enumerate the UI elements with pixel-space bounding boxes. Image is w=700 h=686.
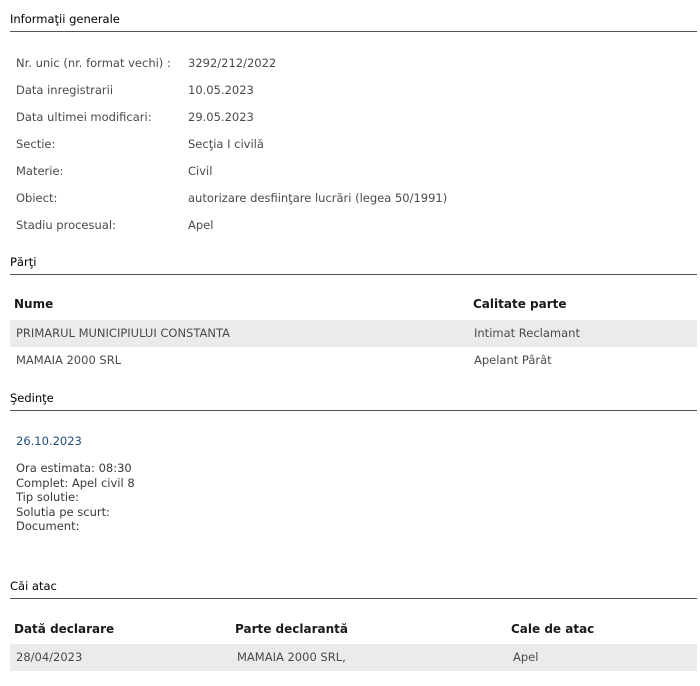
info-label: Obiect: [16,191,58,205]
section-header-parties: Părţi [10,255,697,275]
info-label: Stadiu procesual: [16,218,116,232]
party-name: MAMAIA 2000 SRL [16,353,122,367]
party-name: PRIMARUL MUNICIPIULUI CONSTANTA [16,326,230,340]
hearing-estimated-time: Ora estimata: 08:30 [16,461,132,475]
info-value: 29.05.2023 [188,110,254,124]
info-label: Materie: [16,164,64,178]
hearing-details: Ora estimata: 08:30 Complet: Apel civil … [16,461,135,534]
info-label: Sectie: [16,137,56,151]
hearing-document: Document: [16,519,80,533]
party-role: Intimat Reclamant [474,326,580,340]
appeal-party: MAMAIA 2000 SRL, [237,650,346,664]
table-row: 28/04/2023 MAMAIA 2000 SRL, Apel [10,644,697,671]
case-details-page: Informaţii generale Nr. unic (nr. format… [0,0,700,686]
table-row: PRIMARUL MUNICIPIULUI CONSTANTA Intimat … [10,320,697,347]
column-header-name: Nume [14,297,54,311]
section-header-general: Informaţii generale [10,12,697,32]
appeals-table-header: Dată declarare Parte declarantă Cale de … [10,616,697,642]
info-value: 10.05.2023 [188,83,254,97]
info-label: Nr. unic (nr. format vechi) : [16,56,171,70]
column-header-declaration-date: Dată declarare [14,622,115,636]
section-header-appeals: Căi atac [10,579,697,599]
section-header-hearings: Şedinţe [10,391,697,411]
info-value: 3292/212/2022 [188,56,277,70]
info-label: Data ultimei modificari: [16,110,152,124]
hearing-date: 26.10.2023 [16,434,82,448]
hearing-solution-type: Tip solutie: [16,490,79,504]
info-value: Apel [188,218,214,232]
appeal-date: 28/04/2023 [16,650,83,664]
info-label: Data inregistrarii [16,83,114,97]
party-role: Apelant Pârât [474,353,552,367]
table-row: MAMAIA 2000 SRL Apelant Pârât [10,347,697,374]
column-header-role: Calitate parte [473,297,567,311]
info-value: Secţia I civilă [188,137,264,151]
column-header-declaring-party: Parte declarantă [235,622,348,636]
info-value: autorizare desfiinţare lucrări (legea 50… [188,191,448,205]
parties-table-header: Nume Calitate parte [10,291,697,317]
info-value: Civil [188,164,213,178]
column-header-appeal-type: Cale de atac [511,622,595,636]
hearing-solution-summary: Solutia pe scurt: [16,504,110,519]
appeal-type: Apel [513,650,539,664]
hearing-panel: Complet: Apel civil 8 [16,475,135,490]
